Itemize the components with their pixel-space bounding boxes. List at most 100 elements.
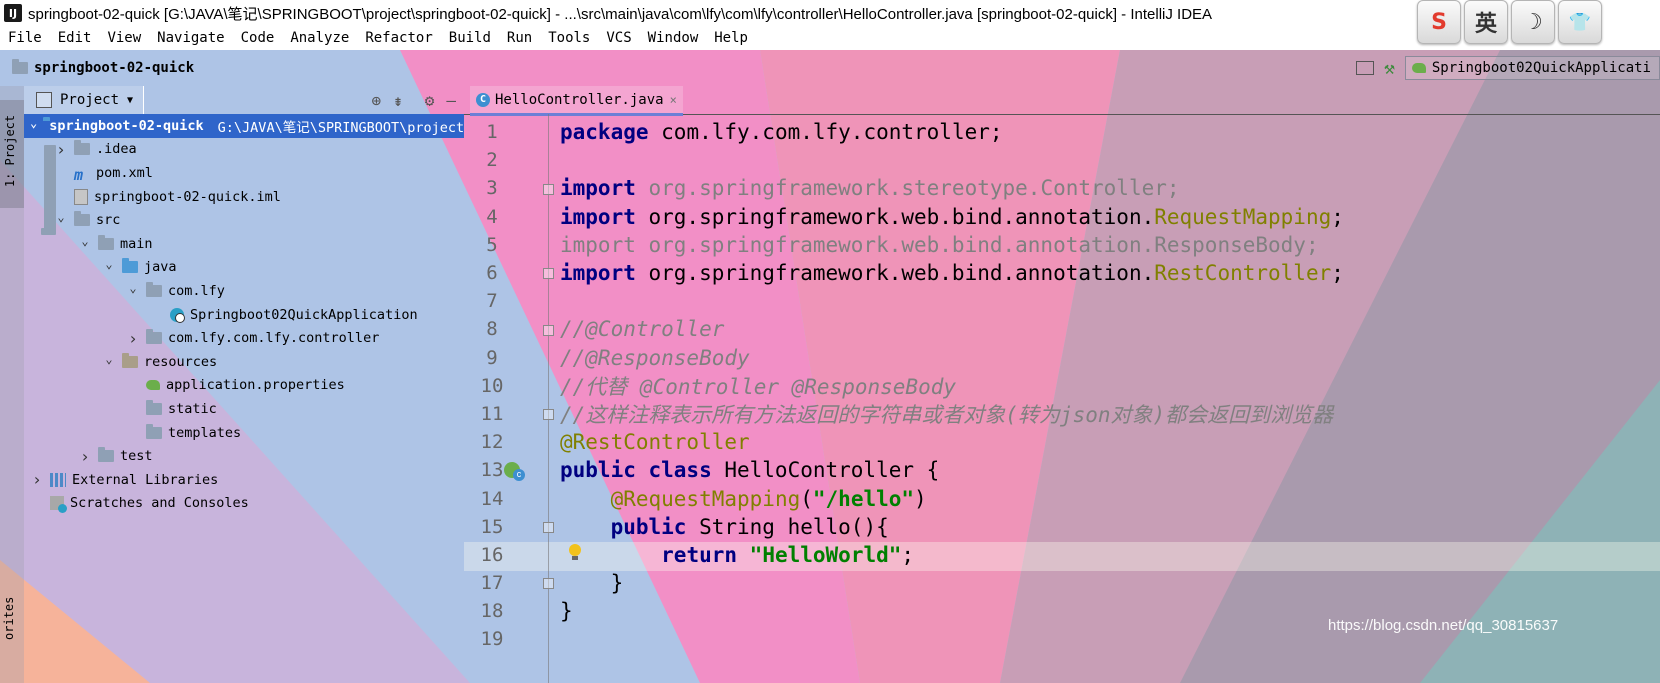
tree-item[interactable]: templates	[24, 421, 464, 445]
tree-item[interactable]: ⌄ com.lfy	[24, 279, 464, 303]
fold-marker-icon[interactable]	[543, 184, 554, 195]
chevron-down-icon[interactable]: ⌄	[126, 281, 140, 295]
run-configuration-select[interactable]: Springboot02QuickApplicati	[1404, 56, 1660, 80]
menu-navigate[interactable]: Navigate	[149, 30, 232, 46]
code-line[interactable]: 12 @RestController	[464, 428, 1660, 456]
menu-analyze[interactable]: Analyze	[282, 30, 357, 46]
tree-item[interactable]: Springboot02QuickApplication	[24, 303, 464, 327]
code-line[interactable]: 9 //@ResponseBody	[464, 344, 1660, 372]
project-tab-label: 1: Project	[3, 114, 17, 188]
package-icon	[146, 281, 162, 297]
fold-marker-icon[interactable]	[543, 522, 554, 533]
menu-view[interactable]: View	[99, 30, 149, 46]
chevron-right-icon[interactable]: ›	[30, 470, 44, 489]
line-number: 2	[486, 149, 498, 172]
code-line[interactable]: 3 import org.springframework.stereotype.C…	[464, 174, 1660, 202]
tree-item[interactable]: ⌄ springboot-02-quick G:\JAVA\笔记\SPRINGBOO…	[24, 114, 464, 138]
chevron-right-icon[interactable]: ›	[78, 447, 92, 466]
menu-refactor[interactable]: Refactor	[357, 30, 440, 46]
code-token: package	[560, 120, 649, 145]
menu-run[interactable]: Run	[499, 30, 540, 46]
fold-marker-icon[interactable]	[543, 325, 554, 336]
chevron-down-icon[interactable]: ⌄	[30, 116, 37, 130]
code-token: //@Controller	[560, 317, 725, 342]
close-icon[interactable]: ×	[670, 93, 677, 107]
code-editor[interactable]: 1 package com.lfy.com.lfy.controller; 2 3 im…	[464, 118, 1660, 654]
tree-item[interactable]: › .idea	[24, 138, 464, 162]
code-line[interactable]: 1 package com.lfy.com.lfy.controller;	[464, 118, 1660, 146]
code-line[interactable]: 11 //这样注释表示所有方法返回的字符串或者对象(转为json对象)都会返回到浏…	[464, 400, 1660, 428]
tree-item-label: springboot-02-quick.iml	[94, 188, 281, 205]
line-number: 15	[480, 515, 504, 538]
code-line[interactable]: 10 //代替 @Controller @ResponseBody	[464, 372, 1660, 400]
terminal-icon[interactable]	[1356, 61, 1374, 75]
chevron-down-icon[interactable]: ⌄	[78, 234, 92, 248]
code-line[interactable]: 15 public String hello(){	[464, 513, 1660, 541]
code-line[interactable]: 7	[464, 287, 1660, 315]
ime-language-button[interactable]: 英	[1464, 0, 1508, 44]
chevron-right-icon[interactable]: ›	[54, 140, 68, 159]
menu-build[interactable]: Build	[441, 30, 499, 46]
spring-bean-gutter-icon[interactable]	[504, 462, 525, 481]
tree-item-label: application.properties	[166, 377, 345, 394]
menu-file[interactable]: File	[0, 30, 50, 46]
tree-item[interactable]: application.properties	[24, 374, 464, 398]
favorites-tab[interactable]: orites	[2, 597, 16, 640]
code-line[interactable]: 6 import org.springframework.web.bind.ann…	[464, 259, 1660, 287]
moon-icon[interactable]: ☽	[1511, 0, 1555, 44]
line-number: 12	[480, 431, 504, 454]
code-line[interactable]: 5 import org.springframework.web.bind.ann…	[464, 231, 1660, 259]
code-text: import org.springframework.stereotype.Co…	[560, 176, 1180, 200]
menu-edit[interactable]: Edit	[50, 30, 100, 46]
skin-shirt-icon[interactable]: 👕	[1558, 0, 1602, 44]
tree-item[interactable]: ⌄ java	[24, 256, 464, 280]
chevron-right-icon[interactable]: ›	[126, 329, 140, 348]
tree-item-label: springboot-02-quick	[49, 117, 204, 134]
tree-item[interactable]: m pom.xml	[24, 161, 464, 185]
breadcrumb-project[interactable]: springboot-02-quick	[34, 60, 194, 76]
menu-vcs[interactable]: VCS	[598, 30, 639, 46]
code-token: }	[560, 571, 624, 596]
tree-item[interactable]: springboot-02-quick.iml	[24, 185, 464, 209]
code-token: org.springframework.stereotype.Controlle…	[635, 176, 1180, 201]
code-line[interactable]: 8 //@Controller	[464, 315, 1660, 343]
gear-icon[interactable]: ⚙	[425, 91, 435, 110]
menu-window[interactable]: Window	[640, 30, 707, 46]
project-view-selector[interactable]: Project ▼	[24, 86, 145, 114]
fold-marker-icon[interactable]	[543, 409, 554, 420]
tree-item[interactable]: Scratches and Consoles	[24, 492, 464, 516]
lightbulb-icon[interactable]	[568, 544, 582, 560]
tree-item[interactable]: ⌄ src	[24, 208, 464, 232]
line-number: 5	[486, 233, 498, 256]
locate-target-icon[interactable]: ⊕	[371, 91, 381, 110]
tree-item[interactable]: ⌄ main	[24, 232, 464, 256]
menu-tools[interactable]: Tools	[540, 30, 598, 46]
menu-help[interactable]: Help	[706, 30, 756, 46]
code-line[interactable]: 13 public class HelloController {	[464, 456, 1660, 484]
tree-item[interactable]: › test	[24, 444, 464, 468]
code-line[interactable]: 16 return "HelloWorld";	[464, 541, 1660, 569]
project-tool-window-tab[interactable]: 1: Project	[0, 100, 56, 235]
maven-icon: m	[74, 165, 84, 184]
tree-item[interactable]: › com.lfy.com.lfy.controller	[24, 326, 464, 350]
menu-code[interactable]: Code	[233, 30, 283, 46]
tree-item[interactable]: ⌄ resources	[24, 350, 464, 374]
chevron-down-icon[interactable]: ⌄	[102, 352, 116, 366]
code-line[interactable]: 17 }	[464, 569, 1660, 597]
code-line[interactable]: 4 import org.springframework.web.bind.ann…	[464, 203, 1660, 231]
fold-marker-icon[interactable]	[543, 578, 554, 589]
code-line[interactable]: 14 @RequestMapping("/hello")	[464, 484, 1660, 512]
line-number: 9	[486, 346, 498, 369]
code-line[interactable]: 2	[464, 146, 1660, 174]
tab-hello-controller[interactable]: C HelloController.java ×	[470, 86, 683, 116]
build-hammer-icon[interactable]: ⚒	[1384, 58, 1395, 79]
sogou-ime-icon[interactable]: S	[1417, 0, 1461, 44]
tree-item[interactable]: › External Libraries	[24, 468, 464, 492]
minimize-icon[interactable]: —	[446, 91, 456, 110]
chevron-down-icon[interactable]: ⌄	[102, 257, 116, 271]
chevron-down-icon[interactable]: ⌄	[54, 210, 68, 224]
tree-item[interactable]: static	[24, 397, 464, 421]
fold-marker-icon[interactable]	[543, 268, 554, 279]
collapse-all-icon[interactable]: ⇟	[393, 91, 403, 110]
